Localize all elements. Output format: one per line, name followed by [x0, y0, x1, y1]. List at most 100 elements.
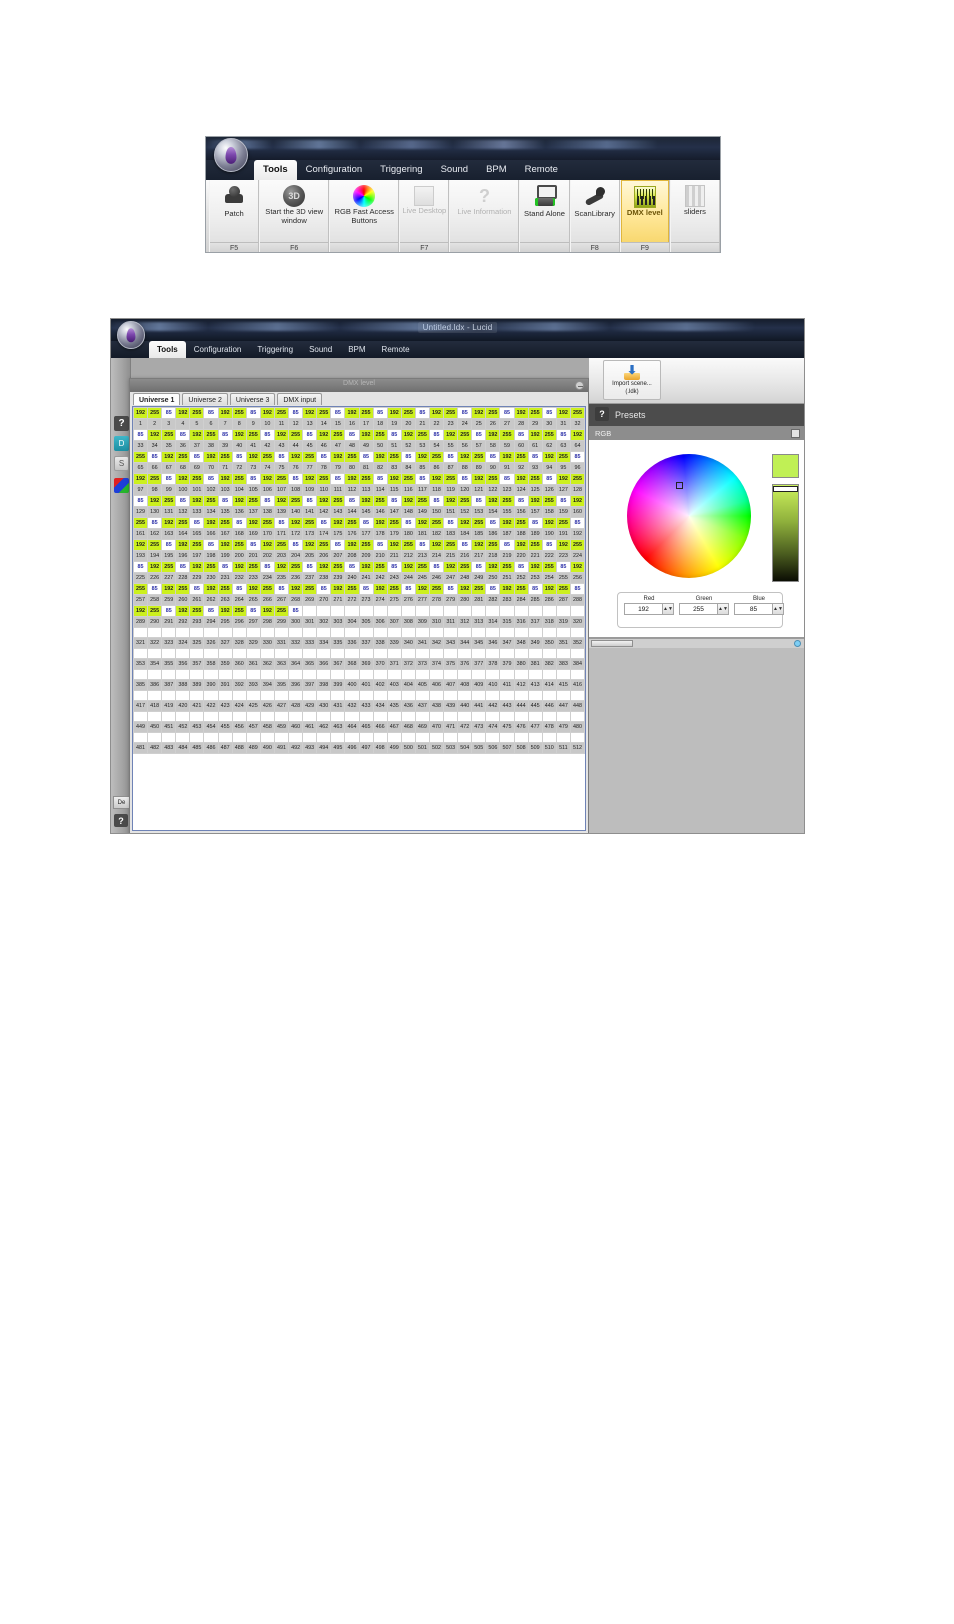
- dmx-channel-value[interactable]: 192: [541, 451, 557, 463]
- dmx-channel-value[interactable]: 255: [443, 473, 459, 485]
- dmx-channel-value[interactable]: 192: [344, 539, 360, 551]
- dmx-channel-value[interactable]: [259, 732, 275, 743]
- dmx-channel-value[interactable]: [457, 669, 473, 680]
- dmx-channel-value[interactable]: 255: [485, 473, 501, 485]
- dmx-channel-value[interactable]: 85: [485, 583, 501, 595]
- dmx-channel-value[interactable]: [457, 605, 473, 617]
- dmx-channel-value[interactable]: 85: [203, 407, 219, 419]
- dmx-channel-value[interactable]: 255: [457, 561, 473, 573]
- dmx-channel-value[interactable]: [161, 690, 177, 701]
- app-menu-item-triggering[interactable]: Triggering: [249, 341, 301, 358]
- dmx-channel-value[interactable]: 255: [569, 473, 585, 485]
- ribbon-button-start-the-3d-view-window[interactable]: 3D Start the 3D view window: [260, 180, 329, 242]
- dmx-channel-value[interactable]: [457, 627, 473, 638]
- dmx-channel-value[interactable]: 85: [555, 561, 571, 573]
- dmx-channel-value[interactable]: [555, 690, 571, 701]
- question-icon[interactable]: ?: [114, 416, 129, 431]
- dmx-channel-value[interactable]: 255: [245, 561, 261, 573]
- dmx-channel-value[interactable]: [499, 669, 515, 680]
- dmx-channel-value[interactable]: 85: [231, 451, 247, 463]
- dmx-channel-value[interactable]: 85: [527, 517, 543, 529]
- dmx-channel-value[interactable]: [302, 669, 318, 680]
- dmx-channel-value[interactable]: [400, 669, 416, 680]
- dmx-channel-value[interactable]: 85: [372, 473, 388, 485]
- dmx-channel-value[interactable]: 192: [161, 517, 177, 529]
- dmx-channel-value[interactable]: [175, 669, 191, 680]
- dmx-channel-value[interactable]: 192: [457, 517, 473, 529]
- dmx-channel-value[interactable]: 255: [203, 495, 219, 507]
- dmx-channel-value[interactable]: [471, 648, 487, 659]
- dmx-channel-value[interactable]: 255: [541, 495, 557, 507]
- dmx-channel-value[interactable]: 192: [175, 605, 191, 617]
- dmx-channel-value[interactable]: [541, 732, 557, 743]
- dmx-channel-value[interactable]: 255: [161, 429, 177, 441]
- dmx-channel-value[interactable]: [443, 605, 459, 617]
- dmx-channel-value[interactable]: [499, 711, 515, 722]
- dmx-channel-value[interactable]: 192: [471, 473, 487, 485]
- ribbon-button-scanlibrary[interactable]: ScanLibrary: [570, 180, 619, 242]
- dmx-channel-value[interactable]: [203, 732, 219, 743]
- dmx-channel-value[interactable]: 85: [569, 517, 585, 529]
- dmx-channel-value[interactable]: 192: [457, 451, 473, 463]
- dmx-channel-value[interactable]: [457, 648, 473, 659]
- dmx-channel-value[interactable]: 85: [302, 495, 318, 507]
- dmx-channel-value[interactable]: [161, 711, 177, 722]
- dmx-channel-value[interactable]: 85: [147, 583, 163, 595]
- dmx-channel-value[interactable]: 85: [400, 517, 416, 529]
- dmx-channel-value[interactable]: [245, 627, 261, 638]
- rgb-palette-icon[interactable]: [114, 478, 129, 493]
- dmx-channel-value[interactable]: 192: [245, 583, 261, 595]
- dmx-channel-value[interactable]: 85: [443, 583, 459, 595]
- dmx-channel-value[interactable]: 255: [541, 561, 557, 573]
- dmx-channel-value[interactable]: [386, 690, 402, 701]
- dmx-channel-value[interactable]: [443, 627, 459, 638]
- dmx-channel-value[interactable]: 255: [485, 539, 501, 551]
- dmx-channel-value[interactable]: 192: [358, 561, 374, 573]
- dmx-channel-value[interactable]: [231, 711, 247, 722]
- dmx-channel-value[interactable]: [344, 627, 360, 638]
- dmx-channel-value[interactable]: [513, 690, 529, 701]
- dmx-channel-value[interactable]: 255: [555, 451, 571, 463]
- dmx-channel-value[interactable]: [569, 690, 585, 701]
- dmx-channel-value[interactable]: [372, 690, 388, 701]
- dmx-channel-value[interactable]: [569, 669, 585, 680]
- dmx-channel-value[interactable]: 85: [541, 407, 557, 419]
- dmx-channel-value[interactable]: [175, 648, 191, 659]
- dmx-channel-value[interactable]: 192: [133, 605, 149, 617]
- dmx-channel-value[interactable]: 255: [499, 495, 515, 507]
- ribbon-menu-item-triggering[interactable]: Triggering: [371, 160, 431, 180]
- dmx-channel-value[interactable]: [330, 690, 346, 701]
- dmx-channel-value[interactable]: 85: [358, 451, 374, 463]
- dmx-channel-value[interactable]: [471, 627, 487, 638]
- dmx-channel-value[interactable]: 255: [189, 407, 205, 419]
- dmx-channel-value[interactable]: 255: [330, 561, 346, 573]
- dmx-channel-value[interactable]: 192: [288, 583, 304, 595]
- dmx-channel-value[interactable]: 85: [386, 429, 402, 441]
- dmx-channel-value[interactable]: [555, 605, 571, 617]
- dmx-channel-value[interactable]: [217, 627, 233, 638]
- dmx-channel-value[interactable]: 85: [288, 407, 304, 419]
- dmx-channel-value[interactable]: [259, 690, 275, 701]
- dmx-channel-value[interactable]: [273, 648, 290, 659]
- dmx-channel-value[interactable]: [288, 627, 304, 638]
- dmx-channel-value[interactable]: 192: [569, 429, 585, 441]
- dmx-channel-value[interactable]: [231, 732, 247, 743]
- dmx-channel-value[interactable]: [288, 711, 304, 722]
- tab-universe-1[interactable]: Universe 1: [133, 393, 181, 405]
- dmx-channel-value[interactable]: 192: [443, 561, 459, 573]
- dmx-channel-value[interactable]: 255: [175, 451, 191, 463]
- dmx-channel-value[interactable]: 255: [457, 495, 473, 507]
- dmx-channel-value[interactable]: 255: [175, 583, 191, 595]
- dmx-channel-value[interactable]: 192: [147, 429, 163, 441]
- dmx-channel-value[interactable]: [147, 669, 163, 680]
- dmx-channel-value[interactable]: [428, 669, 445, 680]
- dmx-channel-value[interactable]: [443, 711, 459, 722]
- tab-dmx-input[interactable]: DMX input: [277, 393, 323, 405]
- dmx-channel-value[interactable]: [386, 648, 402, 659]
- dmx-channel-value[interactable]: [428, 711, 445, 722]
- dmx-channel-value[interactable]: [273, 711, 290, 722]
- dmx-channel-value[interactable]: [372, 711, 388, 722]
- dmx-channel-value[interactable]: 85: [541, 539, 557, 551]
- dmx-channel-value[interactable]: [485, 605, 501, 617]
- dmx-channel-value[interactable]: [316, 690, 332, 701]
